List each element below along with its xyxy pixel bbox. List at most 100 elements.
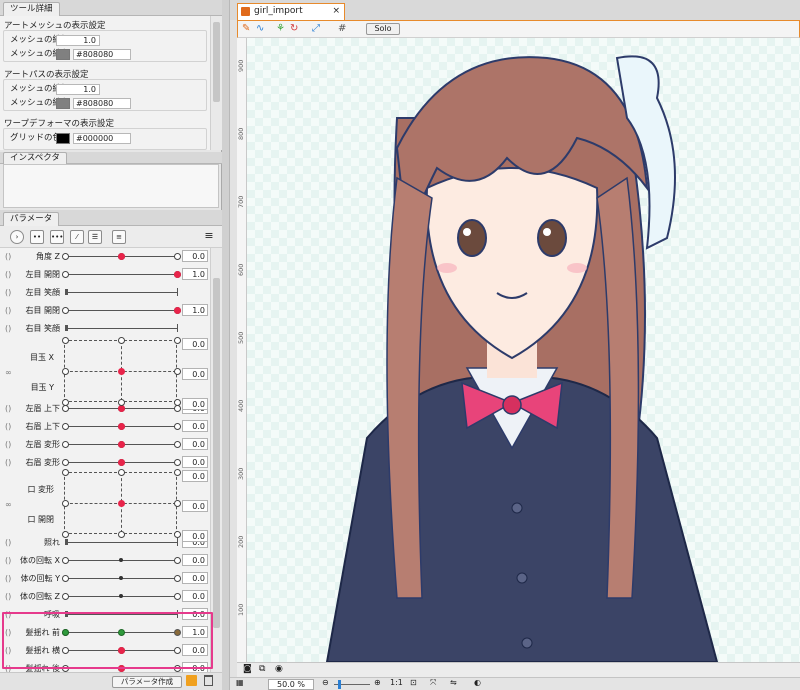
parameter-row[interactable]: () 体の回転 Y 0.0 (0, 570, 210, 588)
tab-tool-details[interactable]: ツール詳細 (3, 2, 60, 16)
parameter-slider-track[interactable] (62, 271, 181, 278)
parameter-slider-track[interactable] (62, 459, 181, 466)
parameter-value-input[interactable]: 0.0 (182, 368, 208, 380)
parameter-value-input[interactable]: 0.0 (182, 590, 208, 602)
panel-splitter[interactable] (222, 0, 230, 690)
zoom-out-icon[interactable]: ⊖ (322, 678, 329, 687)
scroll-thumb[interactable] (213, 278, 220, 628)
slider-handle[interactable] (118, 459, 125, 466)
grid-handle[interactable] (118, 368, 125, 375)
flip-icon[interactable]: ⇋ (450, 678, 457, 687)
parameter-slider-track[interactable] (62, 307, 181, 314)
parameter-2d-grid[interactable] (62, 337, 181, 406)
create-parameter-button[interactable]: パラメータ作成 (112, 676, 182, 688)
parameter-value-input[interactable]: 1.0 (182, 268, 208, 280)
parameter-value-input[interactable]: 0.0 (182, 554, 208, 566)
record-icon[interactable]: ◉ (275, 664, 283, 674)
parameter-row[interactable]: () 体の回転 X 0.0 (0, 552, 210, 570)
slider-handle[interactable] (119, 594, 123, 598)
deform-tool-icon[interactable]: ⚘ (276, 23, 285, 34)
parameter-value-input[interactable]: 0.0 (182, 500, 208, 512)
parameter-row[interactable]: () 左眉 変形 0.0 (0, 436, 210, 454)
fit-icon[interactable]: ⊡ (410, 678, 417, 687)
parameter-value-input[interactable]: 0.0 (182, 338, 208, 350)
toggle-icon[interactable]: ◐ (474, 678, 481, 687)
slider-handle[interactable] (119, 558, 123, 562)
line-color-hex-input[interactable]: #808080 (73, 49, 131, 60)
tool-details-scrollbar[interactable] (210, 16, 222, 150)
zoom-slider-handle[interactable] (338, 680, 341, 689)
parameter-2d-grid[interactable] (62, 469, 181, 538)
line-width-input[interactable]: 1.0 (56, 35, 100, 46)
parameter-row[interactable]: () 右眉 上下 0.0 (0, 418, 210, 436)
parameter-slider-track[interactable] (62, 575, 181, 582)
parameter-slider-track[interactable] (62, 557, 181, 564)
capture-icon[interactable]: ⧉ (259, 664, 265, 674)
parameter-slider-track[interactable] (62, 423, 181, 430)
close-icon[interactable]: × (332, 4, 340, 19)
parameter-value-input[interactable]: 0.0 (182, 398, 208, 410)
slider-handle[interactable] (118, 423, 125, 430)
tab-parameter[interactable]: パラメータ (3, 212, 60, 226)
parameter-row[interactable]: () 左目 開閉 1.0 (0, 266, 210, 284)
key-list-icon[interactable]: ≡ (112, 230, 126, 244)
parameter-slider-track[interactable] (62, 405, 181, 412)
trash-icon[interactable] (204, 675, 213, 686)
add-keys-2-icon[interactable]: •• (30, 230, 44, 244)
parameter-row[interactable]: () 右目 笑顔 (0, 320, 210, 338)
folder-icon[interactable] (186, 675, 197, 686)
line-width-input[interactable]: 1.0 (56, 84, 100, 95)
parameter-value-input[interactable]: 0.0 (182, 530, 208, 542)
path-tool-icon[interactable]: ∿ (256, 23, 264, 34)
line-color-swatch[interactable] (56, 49, 70, 60)
tab-girl-import[interactable]: girl_import × (237, 3, 345, 20)
grid-color-hex-input[interactable]: #000000 (73, 133, 131, 144)
grid-color-swatch[interactable] (56, 133, 70, 144)
parameter-value-input[interactable]: 0.0 (182, 420, 208, 432)
parameter-value-input[interactable]: 0.0 (182, 456, 208, 468)
pen-tool-icon[interactable]: ✎ (242, 23, 250, 34)
zoom-in-icon[interactable]: ⊕ (374, 678, 381, 687)
camera-icon[interactable]: ◙ (243, 664, 252, 674)
move-icon[interactable]: ⤧ (430, 678, 436, 688)
line-color-hex-input[interactable]: #808080 (73, 98, 131, 109)
parameter-slider-track[interactable] (62, 441, 181, 448)
slider-handle[interactable] (174, 271, 181, 278)
parameter-value-input[interactable]: 0.0 (182, 250, 208, 262)
parameter-row[interactable]: () 体の回転 Z 0.0 (0, 588, 210, 606)
zoom-input[interactable]: 50.0 % (268, 679, 314, 690)
parameter-slider-track[interactable] (62, 253, 181, 260)
scroll-thumb[interactable] (213, 22, 220, 102)
slider-handle[interactable] (118, 253, 125, 260)
tab-inspector[interactable]: インスペクタ (3, 152, 67, 164)
canvas-viewport[interactable] (247, 38, 800, 662)
line-color-swatch[interactable] (56, 98, 70, 109)
scale-label[interactable]: 1:1 (390, 678, 403, 687)
parameter-slider-track[interactable] (65, 538, 178, 546)
play-icon[interactable]: › (10, 230, 24, 244)
grid-handle[interactable] (118, 500, 125, 507)
solo-button[interactable]: Solo (366, 23, 400, 35)
parameter-row[interactable]: () 角度 Z 0.0 (0, 248, 210, 266)
grid-toggle-icon[interactable]: # (338, 23, 346, 34)
parameter-slider-track[interactable] (65, 288, 178, 296)
parameter-row[interactable]: () 右目 開閉 1.0 (0, 302, 210, 320)
rotate-tool-icon[interactable]: ↻ (290, 23, 298, 34)
delete-keys-icon[interactable]: ⁄ (70, 230, 84, 244)
key-table-icon[interactable]: ☰ (88, 230, 102, 244)
parameter-slider-track[interactable] (62, 593, 181, 600)
slider-handle[interactable] (118, 405, 125, 412)
hamburger-menu-icon[interactable]: ≡ (202, 230, 216, 244)
parameter-value-input[interactable]: 0.0 (182, 470, 208, 482)
fit-view-icon[interactable]: ⤢ (312, 23, 320, 34)
parameter-row[interactable]: () 左目 笑顔 (0, 284, 210, 302)
parameter-value-input[interactable]: 0.0 (182, 438, 208, 450)
parameter-scrollbar[interactable] (210, 248, 222, 672)
transparency-icon[interactable]: ▦ (236, 678, 244, 687)
slider-handle[interactable] (174, 307, 181, 314)
parameter-slider-track[interactable] (65, 324, 178, 332)
parameter-value-input[interactable]: 0.0 (182, 572, 208, 584)
parameter-value-input[interactable]: 1.0 (182, 304, 208, 316)
slider-handle[interactable] (119, 576, 123, 580)
slider-handle[interactable] (118, 441, 125, 448)
